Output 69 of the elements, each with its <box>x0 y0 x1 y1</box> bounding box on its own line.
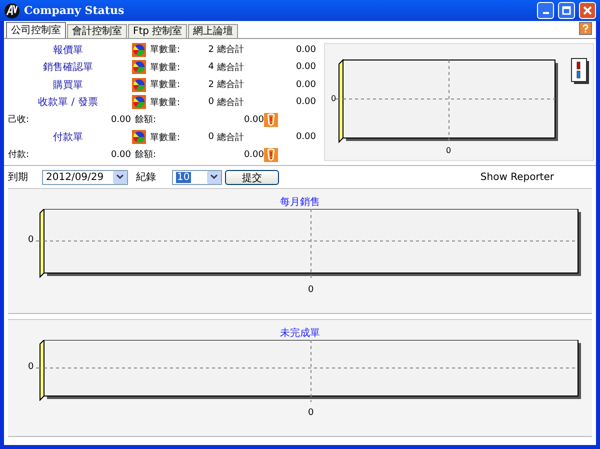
document-link[interactable]: 購買單 <box>4 78 132 92</box>
count-label: 單數量: <box>150 132 182 144</box>
submit-button[interactable]: 提交 <box>225 170 279 184</box>
pie-chart-icon[interactable] <box>132 95 146 110</box>
amount-value: 0.00 <box>110 114 131 125</box>
minimize-button[interactable] <box>537 2 554 19</box>
count-label: 單數量: <box>150 96 182 109</box>
total-label: 總合計 <box>216 96 245 109</box>
maximize-icon <box>562 6 571 15</box>
document-link[interactable]: 銷售確認單 <box>4 60 132 74</box>
pie-chart-icon[interactable] <box>132 42 146 57</box>
total-value: 0.00 <box>294 97 316 108</box>
axis-label: 0 <box>308 408 314 418</box>
total-label: 總合計 <box>216 62 245 74</box>
maximize-button[interactable] <box>558 2 575 19</box>
total-label: 總合計 <box>216 44 245 56</box>
window-title: Company Status <box>24 4 126 17</box>
document-link[interactable]: 報價單 <box>4 42 132 57</box>
balance-value: 0.00 <box>242 150 264 160</box>
pie-chart-icon[interactable] <box>132 130 146 144</box>
axis-label: 0 <box>308 285 314 295</box>
warning-icon[interactable] <box>264 148 278 162</box>
pie-chart-icon[interactable] <box>132 60 146 74</box>
balance-label: 餘額: <box>135 148 158 162</box>
amount-label: 付款: <box>8 148 30 162</box>
count-value: 2 <box>207 44 214 55</box>
axis-label: 0 <box>331 94 336 103</box>
help-icon[interactable] <box>579 22 592 35</box>
date-dropdown[interactable]: 2012/09/29 <box>42 170 128 184</box>
records-label: 紀錄 <box>136 171 157 184</box>
axis-label: 0 <box>28 235 34 245</box>
app-logo-icon <box>4 2 20 18</box>
close-button[interactable] <box>579 2 596 19</box>
count-label: 單數量: <box>150 44 182 56</box>
chart-title: 每月銷售 <box>279 196 321 209</box>
chart-title: 未完成單 <box>279 326 321 340</box>
count-value: 0 <box>207 97 214 108</box>
tab[interactable]: Ftp 控制室 <box>128 24 188 38</box>
tab[interactable]: 網上論壇 <box>188 24 238 38</box>
close-icon <box>583 6 592 15</box>
balance-value: 0.00 <box>242 114 264 125</box>
total-value: 0.00 <box>294 44 316 55</box>
amount-label: 己收: <box>8 114 30 126</box>
total-value: 0.00 <box>294 132 316 142</box>
count-label: 單數量: <box>150 78 182 92</box>
axis-label: 0 <box>28 362 34 372</box>
document-link[interactable]: 付款單 <box>4 130 132 144</box>
total-label: 總合計 <box>216 132 245 144</box>
amount-value: 0.00 <box>110 150 131 160</box>
total-label: 總合計 <box>216 78 245 92</box>
warning-icon[interactable] <box>264 112 278 127</box>
tab[interactable]: 公司控制室 <box>6 22 66 38</box>
balance-label: 餘額: <box>135 114 158 126</box>
count-value: 4 <box>207 62 214 72</box>
document-link[interactable]: 收款單 / 發票 <box>4 95 132 110</box>
caret-icon <box>210 174 218 180</box>
pie-chart-icon[interactable] <box>132 78 146 92</box>
show-reporter-link[interactable]: Show Reporter <box>480 172 554 182</box>
axis-label: 0 <box>446 146 452 155</box>
count-value: 2 <box>207 80 214 90</box>
due-date-label: 到期 <box>8 170 29 184</box>
caret-icon <box>116 174 124 180</box>
tab[interactable]: 會計控制室 <box>67 24 127 38</box>
total-value: 0.00 <box>294 62 316 72</box>
legend-icon <box>571 58 589 84</box>
records-dropdown[interactable]: 10 <box>172 170 222 184</box>
total-value: 0.00 <box>294 80 316 90</box>
count-label: 單數量: <box>150 62 182 74</box>
count-value: 0 <box>207 132 214 142</box>
